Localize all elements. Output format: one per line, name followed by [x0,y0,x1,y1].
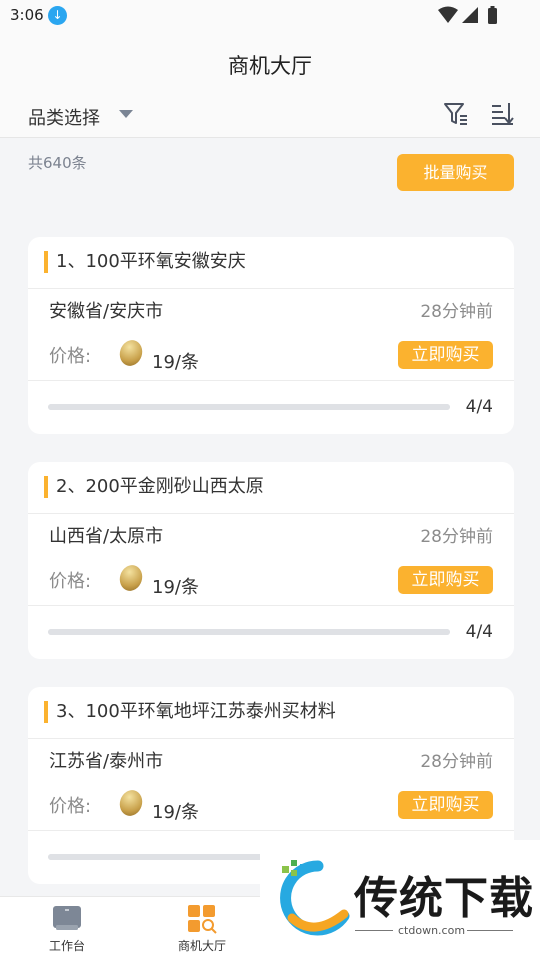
battery-icon [488,6,497,24]
watermark-url: ctdown.com [398,924,466,937]
page-header: 商机大厅 品类选择 [0,32,540,138]
card-time-ago: 28分钟前 [420,752,493,772]
filter-icon[interactable] [443,101,469,131]
tab-workbench[interactable]: 工作台 [2,897,132,960]
progress-track [48,404,450,410]
signal-icon [462,7,478,23]
progress-text: 4/4 [465,622,493,642]
status-time: 3:06 [10,6,44,24]
download-icon: ↓ [48,6,67,25]
card-time-ago: 28分钟前 [420,302,493,322]
progress-fill [48,629,450,635]
tab-business-hall[interactable]: 商机大厅 [137,897,267,960]
status-bar: 3:06 ↓ [0,0,540,32]
progress-text: 4/4 [465,397,493,417]
buy-now-button[interactable]: 立即购买 [398,341,493,369]
lead-card[interactable]: 2、200平金刚砂山西太原 山西省/太原市 28分钟前 价格: 19/条 立即购… [28,462,514,659]
card-price: 19/条 [152,352,199,373]
card-time-ago: 28分钟前 [420,527,493,547]
buy-now-button[interactable]: 立即购买 [398,566,493,594]
business-hall-icon [188,905,217,934]
buy-now-button[interactable]: 立即购买 [398,791,493,819]
batch-buy-button[interactable]: 批量购买 [397,154,514,191]
divider [28,513,514,514]
progress-track [48,629,450,635]
price-label: 价格: [49,571,92,592]
progress-fill [48,404,450,410]
page-title: 商机大厅 [228,54,312,78]
card-location: 安徽省/安庆市 [49,301,164,322]
workbench-icon [53,906,81,930]
lead-card[interactable]: 1、100平环氧安徽安庆 安徽省/安庆市 28分钟前 价格: 19/条 立即购买… [28,237,514,434]
card-location: 山西省/太原市 [49,526,164,547]
card-location: 江苏省/泰州市 [49,751,164,772]
card-title: 1、100平环氧安徽安庆 [44,251,246,273]
result-count: 共640条 [28,154,87,172]
watermark-text: 传统下载 [354,873,534,924]
price-label: 价格: [49,796,92,817]
tab-label: 商机大厅 [177,939,226,953]
coin-icon [116,562,146,594]
coin-icon [116,337,146,369]
card-price: 19/条 [152,802,199,823]
wifi-icon [438,6,458,23]
system-icons [438,6,506,30]
sort-icon[interactable] [489,101,515,131]
divider [28,288,514,289]
card-title: 2、200平金刚砂山西太原 [44,476,264,498]
divider [28,380,514,381]
divider [355,930,393,931]
price-label: 价格: [49,346,92,367]
watermark-logo-icon [280,860,350,936]
divider [28,830,514,831]
card-price: 19/条 [152,577,199,598]
divider [28,738,514,739]
watermark: 传统下载 ctdown.com [260,840,540,960]
card-title: 3、100平环氧地坪江苏泰州买材料 [44,701,336,723]
coin-icon [116,787,146,819]
tab-label: 工作台 [48,939,85,953]
divider [467,930,513,931]
category-select[interactable]: 品类选择 [28,104,100,130]
caret-down-icon[interactable] [119,110,133,118]
divider [28,605,514,606]
